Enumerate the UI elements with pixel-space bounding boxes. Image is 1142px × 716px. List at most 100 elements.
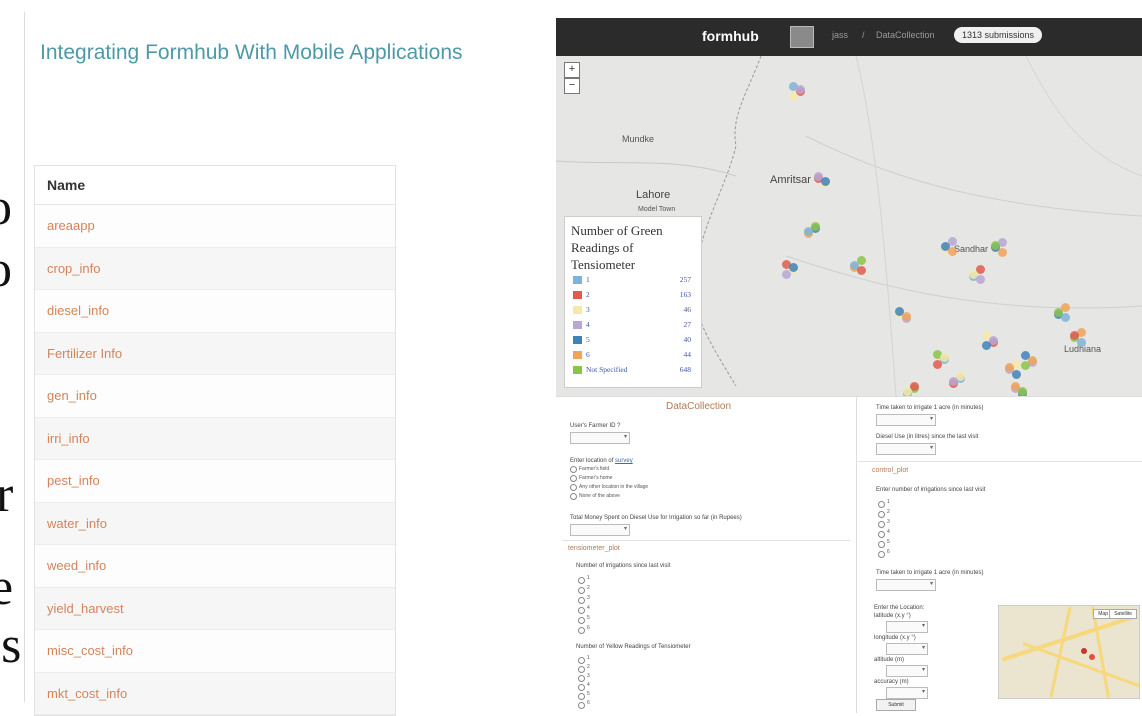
map-marker[interactable] [796,85,805,94]
form-link-diesel-info[interactable]: diesel_info [35,290,395,333]
map-marker[interactable] [1061,313,1070,322]
count-radio-1[interactable] [578,657,585,664]
legend-item[interactable]: 5 40 [573,335,697,346]
count-radio-5[interactable] [878,541,885,548]
count-radio-6[interactable] [578,627,585,634]
map-marker[interactable] [998,248,1007,257]
count-radio-4[interactable] [578,684,585,691]
count-radio-3[interactable] [878,521,885,528]
map-marker[interactable] [948,247,957,256]
count-radio-6[interactable] [578,702,585,709]
location-mini-map[interactable]: Map Satellite [998,605,1140,699]
map-marker[interactable] [1012,370,1021,379]
count-radio-label: 5 [887,539,890,545]
latitude-label: latitude (x.y °) [874,613,911,619]
location-radio-farmers-field[interactable] [570,466,577,473]
zoom-out-button[interactable]: − [564,78,580,94]
count-radio-3[interactable] [578,597,585,604]
accuracy-input[interactable]: ▾ [886,687,928,699]
map-marker[interactable] [821,177,830,186]
map-marker[interactable] [902,312,911,321]
location-radio-farmers-home[interactable] [570,475,577,482]
zoom-in-button[interactable]: + [564,62,580,78]
count-radio-2[interactable] [878,511,885,518]
count-radio-3[interactable] [578,675,585,682]
count-radio-label: 3 [587,673,590,679]
legend-item[interactable]: 2 163 [573,290,697,301]
form-link-areaapp[interactable]: areaapp [35,205,395,248]
count-radio-6[interactable] [878,551,885,558]
location-label: Enter the Location: [874,605,925,611]
farmer-id-select[interactable]: ▾ [570,432,630,444]
form-link-mkt-cost-info[interactable]: mkt_cost_info [35,672,395,715]
submit-button[interactable]: Submit [876,699,916,711]
legend-item[interactable]: 3 46 [573,305,697,316]
latitude-input[interactable]: ▾ [886,621,928,633]
map-marker[interactable] [789,263,798,272]
map-marker[interactable] [949,377,958,386]
legend-item[interactable]: 1 257 [573,275,697,286]
satellite-view-button[interactable]: Satellite [1109,609,1137,619]
diesel-money-select[interactable]: ▾ [570,524,630,536]
map-label-model-town: Model Town [638,206,676,213]
user-avatar-icon[interactable] [790,26,814,48]
legend-item[interactable]: 4 27 [573,320,697,331]
count-radio-1[interactable] [878,501,885,508]
time-taken-select-2[interactable]: ▾ [876,579,936,591]
form-link-gen-info[interactable]: gen_info [35,375,395,418]
location-radio-village[interactable] [570,484,577,491]
form-link-water-info[interactable]: water_info [35,502,395,545]
form-link-misc-cost-info[interactable]: misc_cost_info [35,630,395,673]
brand-logo[interactable]: formhub [702,28,759,44]
legend-count: 44 [683,350,692,359]
map-marker[interactable] [976,275,985,284]
count-radio-5[interactable] [578,617,585,624]
count-radio-1[interactable] [578,577,585,584]
map-marker[interactable] [991,241,1000,250]
altitude-input[interactable]: ▾ [886,665,928,677]
legend-label: 2 [586,290,590,299]
map-marker[interactable] [857,266,866,275]
breadcrumb-user[interactable]: jass [832,30,848,40]
form-link-weed-info[interactable]: weed_info [35,545,395,588]
map-marker[interactable] [789,92,798,101]
count-radio-4[interactable] [878,531,885,538]
count-radio-5[interactable] [578,693,585,700]
location-option-label: Farmer's home [579,475,613,481]
map-marker[interactable] [940,353,949,362]
map-marker[interactable] [1018,387,1027,396]
map-marker[interactable] [804,227,813,236]
map-marker[interactable] [903,387,912,396]
breadcrumb-form[interactable]: DataCollection [876,30,935,40]
legend-count: 648 [679,365,691,374]
form-link-fertilizer-info[interactable]: Fertilizer Info [35,332,395,375]
count-radio-label: 3 [587,595,590,601]
map-marker[interactable] [1021,361,1030,370]
map-marker[interactable] [782,270,791,279]
form-link-crop-info[interactable]: crop_info [35,247,395,290]
count-radio-2[interactable] [578,666,585,673]
legend-item[interactable]: Not Specified 648 [573,365,697,376]
longitude-input[interactable]: ▾ [886,643,928,655]
form-link-yield-harvest[interactable]: yield_harvest [35,587,395,630]
map-marker[interactable] [933,360,942,369]
legend-item[interactable]: 6 44 [573,350,697,361]
legend-swatch [573,291,582,299]
location-option-label: None of the above [579,493,620,499]
chevron-down-icon: ▾ [929,416,933,422]
map-marker[interactable] [1070,331,1079,340]
time-taken-select[interactable]: ▾ [876,414,936,426]
count-radio-2[interactable] [578,587,585,594]
survey-link[interactable]: survey [615,458,633,464]
submissions-map[interactable]: + − Mundke Lahore Amritsar Sandhar Ludhi… [556,56,1142,396]
map-marker[interactable] [1077,338,1086,347]
map-marker[interactable] [1005,363,1014,372]
location-radio-none[interactable] [570,493,577,500]
form-link-irri-info[interactable]: irri_info [35,417,395,460]
count-radio-4[interactable] [578,607,585,614]
form-link-pest-info[interactable]: pest_info [35,460,395,503]
submissions-badge[interactable]: 1313 submissions [954,27,1043,43]
map-marker[interactable] [982,341,991,350]
chevron-down-icon: ▾ [921,667,925,673]
diesel-use-select[interactable]: ▾ [876,443,936,455]
